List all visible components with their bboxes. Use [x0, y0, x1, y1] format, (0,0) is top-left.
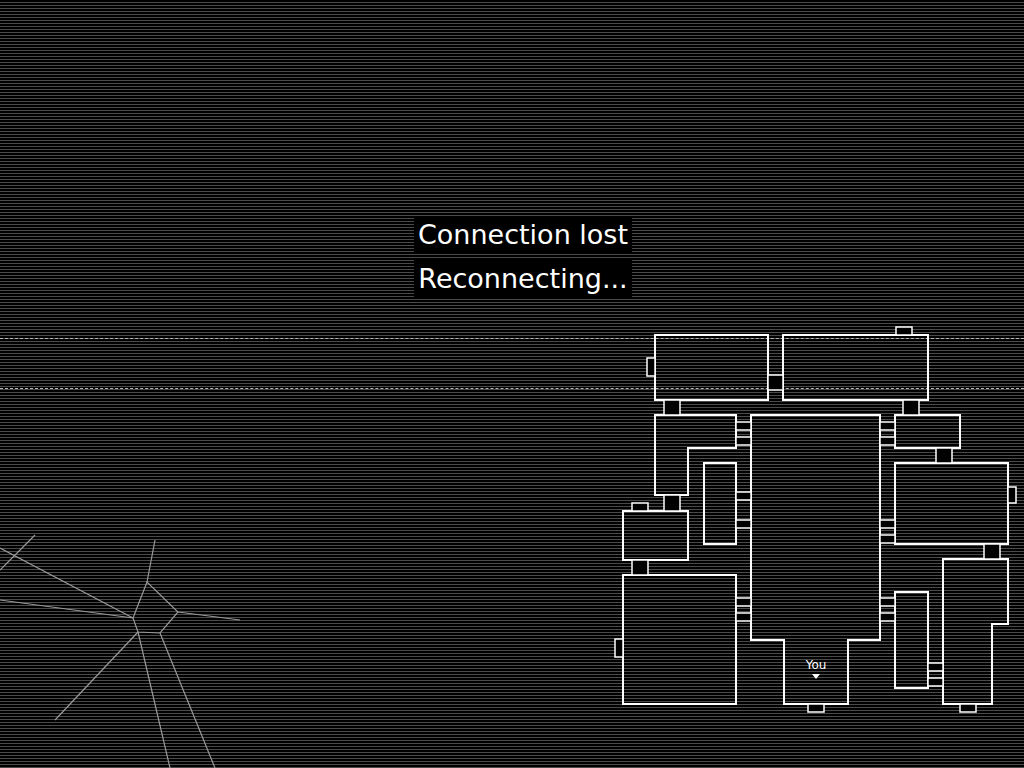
map-hallway: [736, 422, 751, 430]
map-room[interactable]: [655, 415, 736, 495]
map-hallway: [936, 448, 952, 463]
map-hallway: [880, 613, 895, 621]
map-hallway: [736, 437, 751, 445]
map-room[interactable]: [655, 335, 768, 400]
player-arrow-icon: [812, 674, 820, 679]
cracked-glass-icon: [0, 500, 260, 768]
map-hallway: [880, 437, 895, 445]
static-line: [0, 338, 1024, 339]
map-door: [896, 327, 912, 335]
map-hallway: [768, 375, 783, 390]
map-hallway: [736, 613, 751, 621]
map-door: [808, 704, 824, 712]
connection-subtitle: Reconnecting...: [414, 260, 631, 298]
map-hallway: [736, 492, 751, 500]
map-door: [615, 639, 623, 657]
map-hallway: [736, 520, 751, 528]
map-door: [960, 704, 976, 712]
map-room[interactable]: [895, 463, 1008, 544]
map-room[interactable]: [943, 559, 1008, 704]
map-room[interactable]: [623, 575, 736, 704]
map-door: [647, 358, 655, 376]
map-room[interactable]: [783, 335, 928, 400]
map-room[interactable]: [895, 592, 928, 688]
static-line: [0, 388, 1024, 389]
map-hallway: [928, 663, 943, 671]
map-hallway: [880, 598, 895, 606]
map-hallway: [928, 678, 943, 686]
map-room[interactable]: [623, 511, 688, 560]
connection-message: Connection lost Reconnecting...: [392, 0, 632, 298]
map-hallway: [880, 535, 895, 543]
map-door: [632, 503, 648, 511]
map-hallway: [736, 598, 751, 606]
map-room[interactable]: [704, 463, 736, 544]
map-hallway: [632, 560, 648, 575]
map-door: [1008, 487, 1016, 503]
map-room[interactable]: [895, 415, 960, 448]
map-hallway: [880, 520, 895, 528]
camera-screen: Connection lost Reconnecting... You: [0, 0, 1024, 768]
map-hallway: [903, 400, 919, 415]
map-hallway: [664, 495, 680, 511]
map-hallway: [664, 400, 680, 415]
map-hallway: [880, 422, 895, 430]
connection-title: Connection lost: [414, 216, 632, 254]
player-marker: You: [796, 658, 836, 679]
player-label: You: [806, 658, 827, 672]
map-hallway: [984, 544, 1000, 559]
map-room[interactable]: [751, 415, 880, 704]
